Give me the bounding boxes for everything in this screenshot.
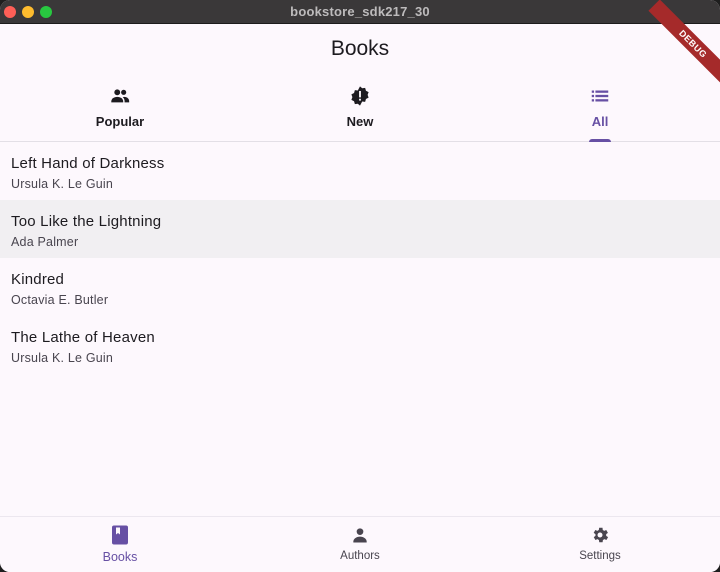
nav-books[interactable]: Books bbox=[0, 517, 240, 572]
list-item[interactable]: Too Like the Lightning Ada Palmer bbox=[0, 200, 720, 258]
app-bar: Books bbox=[0, 24, 720, 76]
page-title: Books bbox=[330, 37, 390, 60]
tab-label: All bbox=[591, 114, 609, 129]
book-title: Too Like the Lightning bbox=[11, 213, 162, 230]
nav-label: Books bbox=[102, 550, 138, 564]
list-item[interactable]: Left Hand of Darkness Ursula K. Le Guin bbox=[0, 142, 720, 200]
tab-label: Popular bbox=[95, 114, 145, 129]
book-author: Ursula K. Le Guin bbox=[11, 177, 114, 191]
app-window: bookstore_sdk217_30 DEBUG Books Popular bbox=[0, 0, 720, 572]
nav-authors[interactable]: Authors bbox=[240, 517, 480, 572]
nav-label: Settings bbox=[579, 550, 621, 562]
list-icon bbox=[588, 84, 612, 108]
book-author: Octavia E. Butler bbox=[11, 293, 109, 307]
window-title: bookstore_sdk217_30 bbox=[290, 4, 430, 19]
tab-bar: Popular New All bbox=[0, 76, 720, 142]
tab-all[interactable]: All bbox=[480, 76, 720, 142]
book-list: Left Hand of Darkness Ursula K. Le Guin … bbox=[0, 142, 720, 374]
book-title: The Lathe of Heaven bbox=[11, 329, 155, 346]
new-releases-icon bbox=[348, 84, 372, 108]
nav-label: Authors bbox=[340, 550, 380, 562]
list-item[interactable]: Kindred Octavia E. Butler bbox=[0, 258, 720, 316]
book-title: Kindred bbox=[11, 271, 65, 288]
person-icon bbox=[350, 525, 370, 545]
tab-label: New bbox=[346, 114, 374, 129]
list-item[interactable]: The Lathe of Heaven Ursula K. Le Guin bbox=[0, 316, 720, 374]
settings-icon bbox=[590, 525, 610, 545]
book-author: Ada Palmer bbox=[11, 235, 79, 249]
bottom-navigation: Books Authors Settings bbox=[0, 516, 720, 572]
book-icon bbox=[110, 525, 130, 545]
book-author: Ursula K. Le Guin bbox=[11, 351, 114, 365]
title-bar: bookstore_sdk217_30 bbox=[0, 0, 720, 24]
tab-popular[interactable]: Popular bbox=[0, 76, 240, 141]
book-title: Left Hand of Darkness bbox=[11, 155, 165, 172]
tab-new[interactable]: New bbox=[240, 76, 480, 141]
nav-settings[interactable]: Settings bbox=[480, 517, 720, 572]
people-icon bbox=[108, 84, 132, 108]
